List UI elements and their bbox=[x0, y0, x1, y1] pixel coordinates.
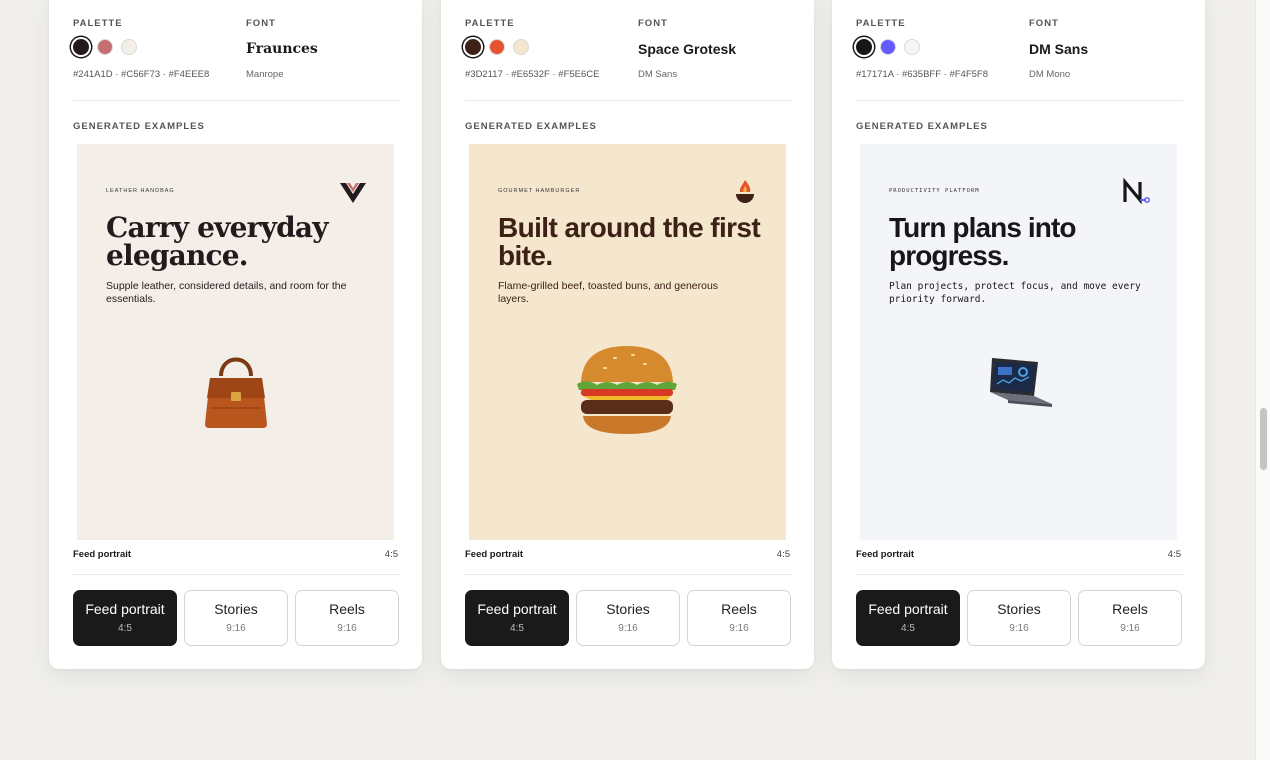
v-chevron-logo-icon bbox=[340, 183, 366, 203]
palette-hex-codes: #3D2117 · #E6532F · #F5E6CE bbox=[465, 69, 600, 80]
format-button-stories[interactable]: Stories 9:16 bbox=[576, 590, 680, 646]
format-button-reels[interactable]: Reels 9:16 bbox=[687, 590, 791, 646]
format-label: Feed portrait bbox=[73, 549, 132, 560]
generated-preview[interactable]: PRODUCTIVITY PLATFORM Turn plans into pr… bbox=[860, 144, 1177, 540]
font-name: DM Sans bbox=[1029, 41, 1089, 57]
palette-swatches bbox=[465, 39, 575, 57]
style-card-1: PALETTE FONT #241A1D · #C56F73 · #F4EEE8… bbox=[49, 0, 422, 669]
generated-preview[interactable]: GOURMET HAMBURGER Built around the first… bbox=[469, 144, 786, 540]
format-button-reels[interactable]: Reels 9:16 bbox=[295, 590, 399, 646]
generated-examples-label: GENERATED EXAMPLES bbox=[73, 121, 205, 132]
font-label: FONT bbox=[1029, 18, 1059, 29]
font-secondary: DM Mono bbox=[1029, 69, 1071, 80]
n-mark-logo-icon bbox=[1123, 178, 1150, 205]
swatch-accent[interactable] bbox=[489, 39, 505, 55]
format-button-ratio: 9:16 bbox=[1120, 623, 1140, 634]
font-label: FONT bbox=[246, 18, 276, 29]
format-button-ratio: 9:16 bbox=[1009, 623, 1029, 634]
palette-swatches bbox=[73, 39, 183, 57]
preview-category: LEATHER HANDBAG bbox=[106, 188, 175, 194]
generated-examples-label: GENERATED EXAMPLES bbox=[856, 121, 988, 132]
format-button-label: Stories bbox=[214, 601, 258, 617]
format-button-feed-portrait[interactable]: Feed portrait 4:5 bbox=[73, 590, 177, 646]
format-button-label: Reels bbox=[721, 601, 757, 617]
format-ratio: 4:5 bbox=[384, 549, 398, 560]
preview-category: PRODUCTIVITY PLATFORM bbox=[889, 188, 980, 194]
format-button-ratio: 9:16 bbox=[226, 623, 246, 634]
format-button-ratio: 4:5 bbox=[901, 623, 915, 634]
format-button-stories[interactable]: Stories 9:16 bbox=[184, 590, 288, 646]
format-button-ratio: 4:5 bbox=[510, 623, 524, 634]
palette-label: PALETTE bbox=[73, 18, 123, 29]
style-card-2: PALETTE FONT #3D2117 · #E6532F · #F5E6CE… bbox=[441, 0, 814, 669]
preview-body: Plan projects, protect focus, and move e… bbox=[889, 281, 1141, 305]
palette-label: PALETTE bbox=[856, 18, 906, 29]
format-label: Feed portrait bbox=[465, 549, 524, 560]
format-button-reels[interactable]: Reels 9:16 bbox=[1078, 590, 1182, 646]
style-card-3: PALETTE FONT #17171A · #635BFF · #F4F5F8… bbox=[832, 0, 1205, 669]
swatch-dark[interactable] bbox=[73, 39, 89, 55]
divider bbox=[73, 100, 400, 101]
palette-label: PALETTE bbox=[465, 18, 515, 29]
format-button-ratio: 4:5 bbox=[118, 623, 132, 634]
palette-hex-codes: #17171A · #635BFF · #F4F5F8 bbox=[856, 69, 989, 80]
format-button-stories[interactable]: Stories 9:16 bbox=[967, 590, 1071, 646]
divider bbox=[856, 574, 1183, 575]
preview-headline: Built around the first bite. bbox=[498, 212, 761, 271]
font-secondary: Manrope bbox=[246, 69, 284, 80]
swatch-light[interactable] bbox=[513, 39, 529, 55]
scrollbar-thumb[interactable] bbox=[1260, 408, 1267, 470]
format-button-label: Feed portrait bbox=[477, 601, 557, 617]
generated-preview[interactable]: LEATHER HANDBAG Carry everyday elegance.… bbox=[77, 144, 394, 540]
flame-logo-icon bbox=[736, 180, 754, 203]
format-ratio: 4:5 bbox=[1167, 549, 1181, 560]
preview-category: GOURMET HAMBURGER bbox=[498, 188, 581, 194]
preview-headline: Carry everyday elegance. bbox=[106, 211, 328, 272]
generated-examples-label: GENERATED EXAMPLES bbox=[465, 121, 597, 132]
swatch-light[interactable] bbox=[904, 39, 920, 55]
swatch-light[interactable] bbox=[121, 39, 137, 55]
burger-icon bbox=[577, 346, 677, 434]
font-label: FONT bbox=[638, 18, 668, 29]
divider bbox=[856, 100, 1183, 101]
swatch-accent[interactable] bbox=[97, 39, 113, 55]
format-button-label: Feed portrait bbox=[868, 601, 948, 617]
format-label: Feed portrait bbox=[856, 549, 915, 560]
format-button-label: Stories bbox=[997, 601, 1041, 617]
font-name: Fraunces bbox=[246, 41, 318, 57]
divider bbox=[73, 574, 400, 575]
format-button-feed-portrait[interactable]: Feed portrait 4:5 bbox=[465, 590, 569, 646]
format-button-label: Reels bbox=[1112, 601, 1148, 617]
font-name: Space Grotesk bbox=[638, 41, 737, 57]
page-scrollbar[interactable] bbox=[1255, 0, 1270, 760]
format-ratio: 4:5 bbox=[776, 549, 790, 560]
swatch-dark[interactable] bbox=[856, 39, 872, 55]
palette-hex-codes: #241A1D · #C56F73 · #F4EEE8 bbox=[73, 69, 210, 80]
laptop-icon bbox=[990, 358, 1052, 407]
format-button-label: Reels bbox=[329, 601, 365, 617]
divider bbox=[465, 100, 792, 101]
format-button-ratio: 9:16 bbox=[618, 623, 638, 634]
preview-headline: Turn plans into progress. bbox=[889, 212, 1077, 271]
format-button-ratio: 9:16 bbox=[729, 623, 749, 634]
swatch-accent[interactable] bbox=[880, 39, 896, 55]
preview-body: Flame-grilled beef, toasted buns, and ge… bbox=[498, 280, 719, 305]
swatch-dark[interactable] bbox=[465, 39, 481, 55]
format-button-ratio: 9:16 bbox=[337, 623, 357, 634]
palette-swatches bbox=[856, 39, 966, 57]
format-button-feed-portrait[interactable]: Feed portrait 4:5 bbox=[856, 590, 960, 646]
format-button-label: Feed portrait bbox=[85, 601, 165, 617]
divider bbox=[465, 574, 792, 575]
format-button-label: Stories bbox=[606, 601, 650, 617]
preview-body: Supple leather, considered details, and … bbox=[106, 280, 347, 305]
font-secondary: DM Sans bbox=[638, 69, 678, 80]
handbag-icon bbox=[205, 357, 267, 428]
